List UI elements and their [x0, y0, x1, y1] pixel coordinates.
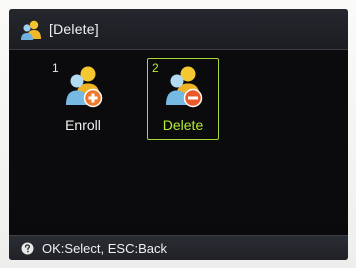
menu-area: 1 Enroll 2 Delete	[9, 50, 348, 226]
menu-item-label: Enroll	[65, 117, 101, 133]
page-title: [Delete]	[49, 21, 99, 37]
users-icon	[21, 20, 41, 40]
menu-item-delete[interactable]: 2 Delete	[147, 58, 219, 140]
device-screen: [Delete] 1 Enroll 2 Delete OK:Select, ES…	[9, 9, 348, 260]
menu-item-label: Delete	[162, 117, 204, 133]
menu-item-enroll[interactable]: 1 Enroll	[47, 58, 119, 140]
status-hint: OK:Select, ESC:Back	[42, 241, 167, 256]
user-add-icon	[66, 66, 103, 108]
title-bar: [Delete]	[9, 9, 348, 50]
user-remove-icon	[166, 66, 203, 108]
menu-item-number: 2	[152, 61, 159, 75]
status-bar: OK:Select, ESC:Back	[9, 235, 348, 260]
help-icon	[21, 242, 34, 255]
device-bezel: [Delete] 1 Enroll 2 Delete OK:Select, ES…	[0, 0, 356, 268]
menu-item-number: 1	[52, 61, 59, 75]
